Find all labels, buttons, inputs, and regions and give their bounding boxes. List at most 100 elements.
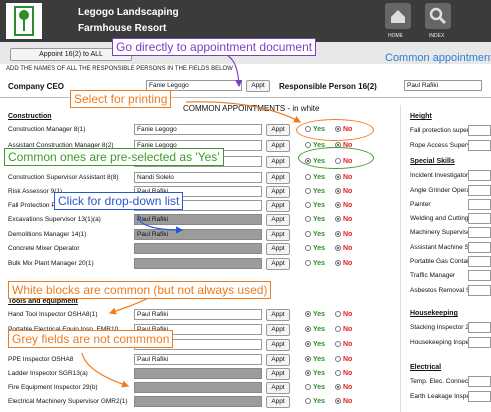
radio-no-dot[interactable] xyxy=(335,260,341,266)
radio-yes[interactable]: Yes xyxy=(305,370,325,377)
radio-no[interactable]: No xyxy=(335,260,352,267)
radio-no-dot[interactable] xyxy=(335,341,341,347)
right-appointee-field[interactable] xyxy=(468,185,491,196)
radio-no-dot[interactable] xyxy=(335,202,341,208)
radio-no[interactable]: No xyxy=(335,356,352,363)
radio-no[interactable]: No xyxy=(335,174,352,181)
appt-button[interactable]: Appt xyxy=(266,368,290,380)
appt-button[interactable]: Appt xyxy=(266,309,290,321)
radio-yes-dot[interactable] xyxy=(305,326,311,332)
radio-yes[interactable]: Yes xyxy=(305,231,325,238)
radio-no-dot[interactable] xyxy=(335,384,341,390)
ceo-appt-button[interactable]: Appt xyxy=(246,80,270,92)
appt-button[interactable]: Appt xyxy=(266,258,290,270)
radio-no[interactable]: No xyxy=(335,188,352,195)
radio-yes-dot[interactable] xyxy=(305,188,311,194)
radio-no-dot[interactable] xyxy=(335,245,341,251)
radio-yes[interactable]: Yes xyxy=(305,398,325,405)
appt-button[interactable]: Appt xyxy=(266,354,290,366)
radio-yes-dot[interactable] xyxy=(305,341,311,347)
radio-no[interactable]: No xyxy=(335,398,352,405)
right-appointee-field[interactable] xyxy=(468,170,491,181)
radio-no-dot[interactable] xyxy=(335,188,341,194)
radio-yes[interactable]: Yes xyxy=(305,384,325,391)
radio-no-dot[interactable] xyxy=(335,174,341,180)
radio-yes-dot[interactable] xyxy=(305,370,311,376)
radio-yes-dot[interactable] xyxy=(305,356,311,362)
right-appointee-field[interactable] xyxy=(468,227,491,238)
appointee-field[interactable]: Fanie Legogo xyxy=(134,124,262,135)
radio-no[interactable]: No xyxy=(335,231,352,238)
radio-yes-dot[interactable] xyxy=(305,231,311,237)
right-appointee-field[interactable] xyxy=(468,140,491,151)
appointee-field[interactable] xyxy=(134,396,262,407)
radio-no[interactable]: No xyxy=(335,245,352,252)
appt-button[interactable]: Appt xyxy=(266,156,290,168)
right-appointee-field[interactable] xyxy=(468,322,491,333)
home-button[interactable] xyxy=(385,3,411,29)
right-appointee-field[interactable] xyxy=(468,270,491,281)
appt-button[interactable]: Appt xyxy=(266,200,290,212)
radio-no[interactable]: No xyxy=(335,202,352,209)
right-appointee-field[interactable] xyxy=(468,242,491,253)
appt-button[interactable]: Appt xyxy=(266,214,290,226)
radio-no-dot[interactable] xyxy=(335,356,341,362)
right-appointee-field[interactable] xyxy=(468,256,491,267)
appt-button[interactable]: Appt xyxy=(266,140,290,152)
right-appointee-field[interactable] xyxy=(468,125,491,136)
appointee-field[interactable]: Nandi Solelo xyxy=(134,172,262,183)
radio-no-dot[interactable] xyxy=(335,311,341,317)
right-appointee-field[interactable] xyxy=(468,376,491,387)
index-button[interactable] xyxy=(425,3,451,29)
radio-no-dot[interactable] xyxy=(335,216,341,222)
radio-no[interactable]: No xyxy=(335,311,352,318)
appointee-field[interactable] xyxy=(134,368,262,379)
right-appointee-field[interactable] xyxy=(468,199,491,210)
appointee-field[interactable]: Paul Rafiki xyxy=(134,309,262,320)
responsible-person-field[interactable]: Paul Rafiki xyxy=(404,80,482,91)
radio-yes-dot[interactable] xyxy=(305,245,311,251)
radio-no[interactable]: No xyxy=(335,326,352,333)
radio-no-dot[interactable] xyxy=(335,370,341,376)
right-appointee-field[interactable] xyxy=(468,337,491,348)
radio-no[interactable]: No xyxy=(335,341,352,348)
radio-yes[interactable]: Yes xyxy=(305,188,325,195)
radio-yes-dot[interactable] xyxy=(305,202,311,208)
radio-yes-dot[interactable] xyxy=(305,311,311,317)
radio-yes-dot[interactable] xyxy=(305,260,311,266)
radio-yes[interactable]: Yes xyxy=(305,341,325,348)
appt-button[interactable]: Appt xyxy=(266,172,290,184)
radio-yes-dot[interactable] xyxy=(305,174,311,180)
radio-yes[interactable]: Yes xyxy=(305,174,325,181)
radio-no[interactable]: No xyxy=(335,384,352,391)
radio-yes-dot[interactable] xyxy=(305,142,311,148)
appointee-field[interactable] xyxy=(134,243,262,254)
radio-yes[interactable]: Yes xyxy=(305,245,325,252)
appt-button[interactable]: Appt xyxy=(266,243,290,255)
appt-button[interactable]: Appt xyxy=(266,324,290,336)
appointee-field[interactable]: Paul Rafiki xyxy=(134,354,262,365)
right-appointee-field[interactable] xyxy=(468,213,491,224)
radio-yes[interactable]: Yes xyxy=(305,260,325,267)
radio-no[interactable]: No xyxy=(335,216,352,223)
appt-button[interactable]: Appt xyxy=(266,229,290,241)
radio-yes[interactable]: Yes xyxy=(305,356,325,363)
radio-yes[interactable]: Yes xyxy=(305,202,325,209)
right-appointee-field[interactable] xyxy=(468,285,491,296)
appointee-field[interactable] xyxy=(134,382,262,393)
radio-yes[interactable]: Yes xyxy=(305,326,325,333)
appt-button[interactable]: Appt xyxy=(266,124,290,136)
appointee-field[interactable]: Paul Rafiki xyxy=(134,229,262,240)
appt-button[interactable]: Appt xyxy=(266,339,290,351)
radio-no-dot[interactable] xyxy=(335,326,341,332)
radio-yes[interactable]: Yes xyxy=(305,311,325,318)
appt-button[interactable]: Appt xyxy=(266,396,290,408)
radio-yes-dot[interactable] xyxy=(305,398,311,404)
radio-no-dot[interactable] xyxy=(335,398,341,404)
appointee-field[interactable] xyxy=(134,258,262,269)
radio-no[interactable]: No xyxy=(335,370,352,377)
radio-yes[interactable]: Yes xyxy=(305,216,325,223)
radio-yes-dot[interactable] xyxy=(305,216,311,222)
appointee-field[interactable]: Paul Rafiki xyxy=(134,214,262,225)
appt-button[interactable]: Appt xyxy=(266,382,290,394)
